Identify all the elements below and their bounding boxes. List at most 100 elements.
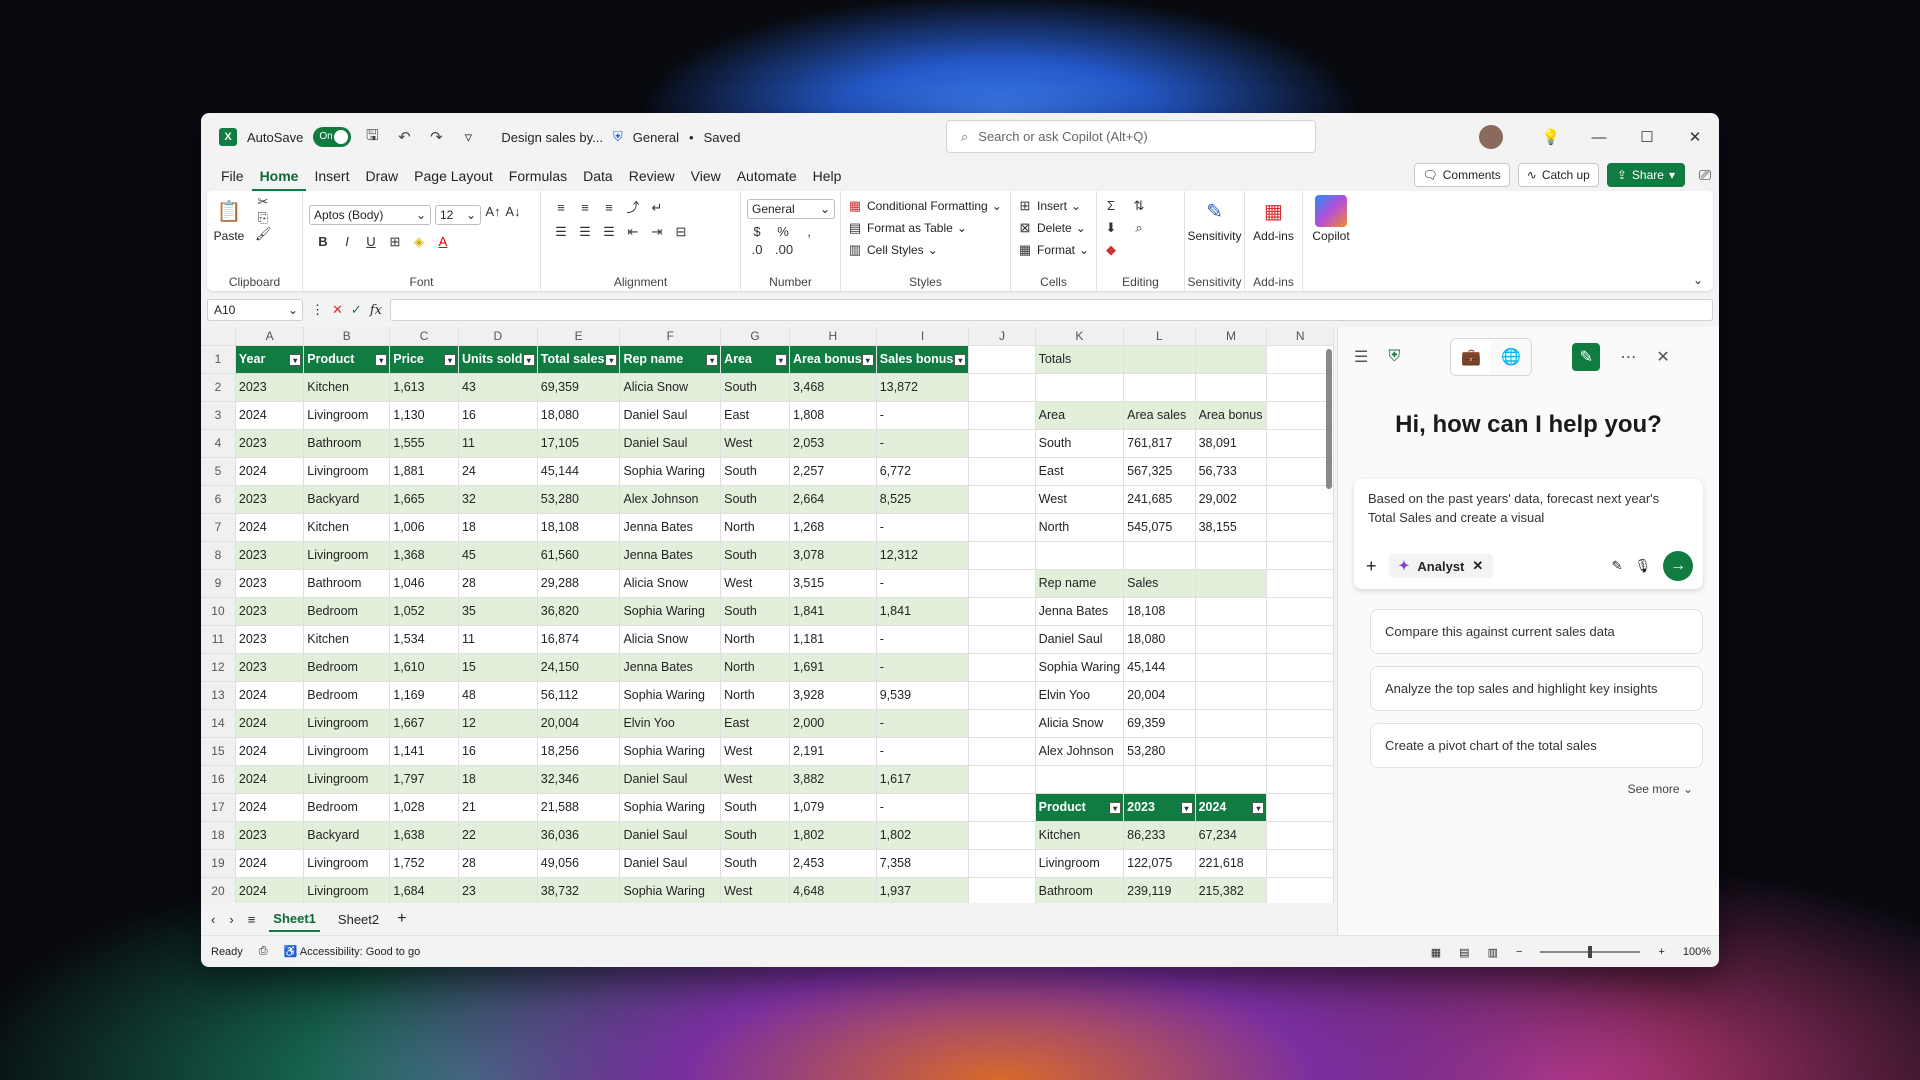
empty-cell[interactable] xyxy=(968,849,1036,878)
table-cell[interactable]: Sophia Waring xyxy=(619,877,722,903)
table-cell[interactable]: 3,882 xyxy=(789,765,877,794)
table-cell[interactable]: South xyxy=(720,793,790,822)
present-icon[interactable]: ⎚ xyxy=(1699,167,1711,184)
summary-cell[interactable]: 18,080 xyxy=(1123,625,1196,654)
next-sheet-icon[interactable]: › xyxy=(229,912,233,927)
table-cell[interactable]: South xyxy=(720,485,790,514)
table-cell[interactable]: 1,802 xyxy=(789,821,877,850)
table-cell[interactable]: 21,588 xyxy=(537,793,621,822)
new-chat-icon[interactable]: ✎ xyxy=(1572,343,1601,371)
table-cell[interactable]: 1,130 xyxy=(389,401,459,430)
column-header[interactable]: E xyxy=(537,327,621,346)
minimize-icon[interactable]: — xyxy=(1575,129,1623,146)
table-cell[interactable]: 18 xyxy=(458,765,538,794)
empty-cell[interactable] xyxy=(968,485,1036,514)
summary-cell[interactable] xyxy=(1195,681,1268,710)
table-cell[interactable]: 53,280 xyxy=(537,485,621,514)
table-cell[interactable]: 6,772 xyxy=(876,457,970,486)
table-cell[interactable]: 20,004 xyxy=(537,709,621,738)
table-cell[interactable]: 1,046 xyxy=(389,569,459,598)
table-cell[interactable]: 9,539 xyxy=(876,681,970,710)
analyst-chip[interactable]: ✦ Analyst ✕ xyxy=(1388,554,1494,578)
empty-cell[interactable] xyxy=(968,653,1036,682)
filter-dropdown-icon[interactable]: ▾ xyxy=(1252,801,1265,814)
summary-cell[interactable] xyxy=(1035,373,1125,402)
summary-cell[interactable]: 20,004 xyxy=(1123,681,1196,710)
table-cell[interactable]: 12 xyxy=(458,709,538,738)
align-right-icon[interactable]: ☰ xyxy=(601,225,617,239)
accessibility-status[interactable]: ♿ Accessibility: Good to go xyxy=(284,945,421,958)
wrap-text-icon[interactable]: ↵ xyxy=(649,201,665,215)
filter-dropdown-icon[interactable]: ▾ xyxy=(1180,801,1193,814)
catch-up-button[interactable]: ∿ Catch up xyxy=(1517,163,1599,187)
tab-help[interactable]: Help xyxy=(805,161,850,191)
summary-cell[interactable]: 29,002 xyxy=(1195,485,1268,514)
empty-cell[interactable] xyxy=(1266,681,1334,710)
row-header[interactable]: 9 xyxy=(201,569,236,598)
empty-cell[interactable] xyxy=(1266,541,1334,570)
empty-cell[interactable] xyxy=(1266,373,1334,402)
table-cell[interactable]: 2023 xyxy=(235,541,305,570)
row-header[interactable]: 17 xyxy=(201,793,236,822)
copilot-button[interactable]: Copilot xyxy=(1309,195,1353,243)
table-cell[interactable]: 1,534 xyxy=(389,625,459,654)
empty-cell[interactable] xyxy=(968,877,1036,903)
table-cell[interactable]: Alicia Snow xyxy=(619,625,722,654)
row-header[interactable]: 12 xyxy=(201,653,236,682)
vertical-scrollbar[interactable] xyxy=(1326,349,1332,489)
avatar[interactable] xyxy=(1479,125,1503,149)
row-header[interactable]: 5 xyxy=(201,457,236,486)
normal-view-icon[interactable]: ▦ xyxy=(1431,946,1441,959)
summary-cell[interactable]: North xyxy=(1035,513,1125,542)
table-cell[interactable]: 2023 xyxy=(235,653,305,682)
table-cell[interactable]: 8,525 xyxy=(876,485,970,514)
table-cell[interactable]: 2024 xyxy=(235,793,305,822)
empty-cell[interactable] xyxy=(1266,401,1334,430)
table-cell[interactable]: Livingroom xyxy=(303,709,391,738)
table-cell[interactable]: 1,797 xyxy=(389,765,459,794)
empty-cell[interactable] xyxy=(968,765,1036,794)
table-cell[interactable]: South xyxy=(720,541,790,570)
summary-cell[interactable] xyxy=(1195,345,1268,374)
conditional-formatting-button[interactable]: ▦ Conditional Formatting ⌄ xyxy=(847,195,1004,217)
table-cell[interactable]: West xyxy=(720,877,790,903)
enter-icon[interactable]: ✓ xyxy=(351,302,362,318)
table-cell[interactable]: 69,359 xyxy=(537,373,621,402)
table-cell[interactable]: 29,288 xyxy=(537,569,621,598)
column-header[interactable]: G xyxy=(720,327,790,346)
column-header[interactable]: K xyxy=(1035,327,1125,346)
summary-cell[interactable] xyxy=(1195,709,1268,738)
table-cell[interactable]: South xyxy=(720,597,790,626)
align-bottom-icon[interactable]: ≡ xyxy=(601,201,617,215)
table-cell[interactable]: 18 xyxy=(458,513,538,542)
tab-review[interactable]: Review xyxy=(621,161,683,191)
table-cell[interactable]: 1,555 xyxy=(389,429,459,458)
table-cell[interactable]: 45 xyxy=(458,541,538,570)
table-cell[interactable]: Livingroom xyxy=(303,457,391,486)
sort-filter-icon[interactable]: ⇅ xyxy=(1131,199,1147,213)
decrease-decimal-icon[interactable]: .00 xyxy=(775,243,793,257)
table-cell[interactable]: 36,820 xyxy=(537,597,621,626)
table-cell[interactable]: East xyxy=(720,709,790,738)
table-cell[interactable]: - xyxy=(876,513,970,542)
italic-icon[interactable]: I xyxy=(339,235,355,249)
table-header-cell[interactable]: Total sales ▾ xyxy=(537,345,621,374)
summary-cell[interactable]: Area xyxy=(1035,401,1125,430)
table-cell[interactable]: 2,191 xyxy=(789,737,877,766)
table-cell[interactable]: Bathroom xyxy=(303,569,391,598)
table-cell[interactable]: 61,560 xyxy=(537,541,621,570)
table-cell[interactable]: 56,112 xyxy=(537,681,621,710)
cell-grid[interactable]: A B C D E F G H I J K L M N 1 Year ▾ Product ▾ Price ▾ Units … xyxy=(201,327,1334,903)
more-options-icon[interactable]: ⋯ xyxy=(1620,347,1636,367)
table-cell[interactable]: Bathroom xyxy=(303,429,391,458)
empty-cell[interactable] xyxy=(1266,429,1334,458)
bold-icon[interactable]: B xyxy=(315,235,331,249)
table-cell[interactable]: 24,150 xyxy=(537,653,621,682)
table-cell[interactable]: Sophia Waring xyxy=(619,737,722,766)
column-header[interactable]: F xyxy=(619,327,722,346)
worksheet-grid[interactable]: A B C D E F G H I J K L M N 1 Year ▾ Product ▾ Price ▾ Units … xyxy=(201,327,1334,903)
table-cell[interactable]: Livingroom xyxy=(303,765,391,794)
summary-cell[interactable] xyxy=(1195,653,1268,682)
table-cell[interactable]: 2024 xyxy=(235,709,305,738)
table-cell[interactable]: South xyxy=(720,849,790,878)
